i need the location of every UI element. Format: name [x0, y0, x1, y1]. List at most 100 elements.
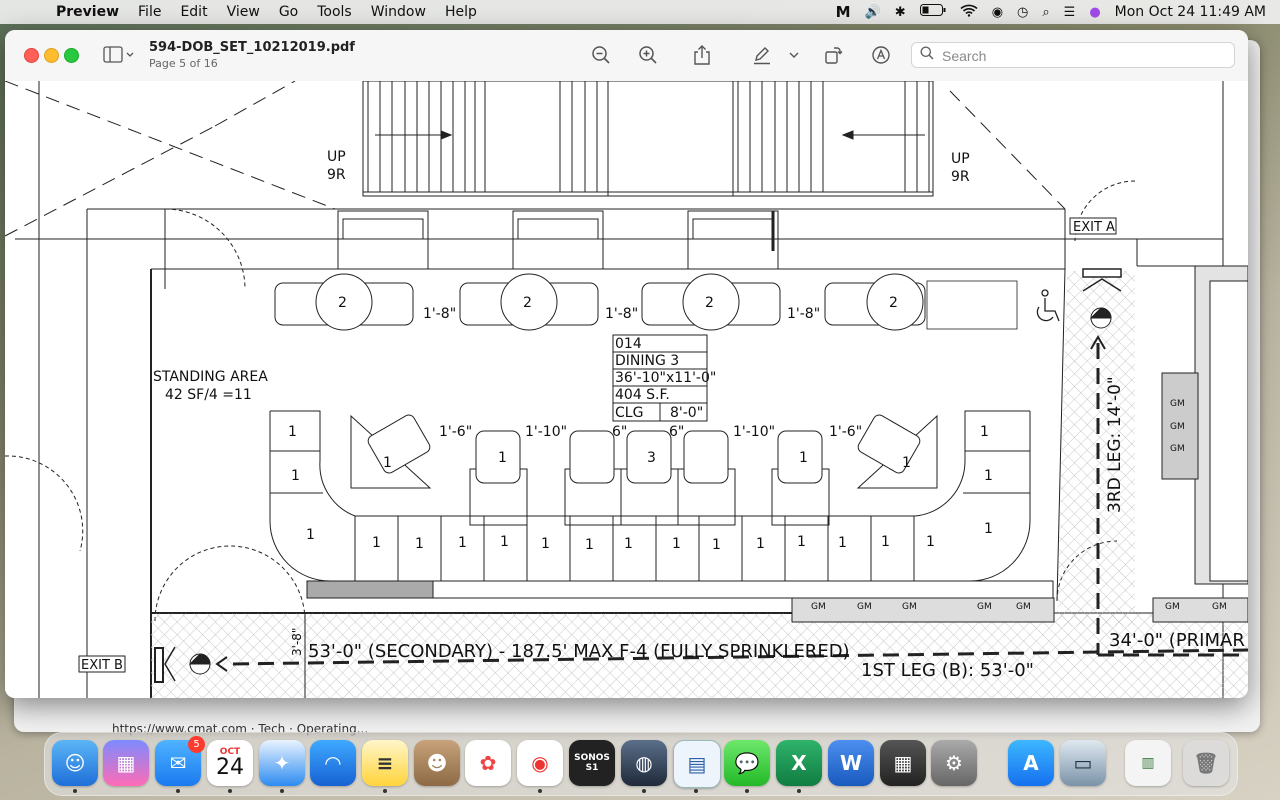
calendar-icon[interactable]: OCT 24	[207, 740, 253, 786]
volume-icon[interactable]: 🔊	[865, 5, 881, 20]
bluetooth-icon[interactable]: ✱	[895, 5, 906, 20]
seat-count: 1	[797, 534, 806, 550]
gm-unit: GM	[811, 602, 826, 612]
minimize-button[interactable]	[44, 48, 59, 63]
clearance-dim: 1'-8"	[423, 306, 456, 322]
rotate-button[interactable]	[822, 44, 844, 66]
notes-icon[interactable]: ≡	[362, 740, 408, 786]
mail-icon[interactable]: ✉ 5	[155, 736, 205, 786]
menu-file[interactable]: File	[138, 4, 161, 20]
battery-icon[interactable]	[919, 4, 946, 20]
ceiling-height: 8'-0"	[670, 405, 703, 421]
close-button[interactable]	[24, 48, 39, 63]
share-button[interactable]	[691, 44, 713, 66]
preview-icon[interactable]: ▤	[673, 740, 721, 788]
clearance-dim: 1'-8"	[787, 306, 820, 322]
secondary-egress-label: 53'-0" (SECONDARY) - 187.5' MAX F-4 (FUL…	[308, 641, 850, 662]
seat-count: 1	[498, 450, 507, 466]
photos-icon[interactable]: ✿	[465, 740, 511, 786]
excel-icon[interactable]: X	[776, 740, 822, 786]
search-field[interactable]	[911, 42, 1235, 68]
gm-unit: GM	[1170, 422, 1185, 432]
menu-app-name[interactable]: Preview	[56, 4, 119, 20]
clearance-dim: 6"	[612, 424, 627, 440]
seat-count: 1	[838, 535, 847, 551]
gm-unit: GM	[1170, 399, 1185, 409]
pdf-page-canvas[interactable]: UP 9R UP 9R EXIT A EXIT B STANDING AREA …	[5, 80, 1248, 698]
document-title[interactable]: 594-DOB_SET_10212019.pdf	[149, 40, 355, 55]
markup-menu-button[interactable]	[787, 44, 801, 66]
floor-plan-drawing: UP 9R UP 9R EXIT A EXIT B STANDING AREA …	[5, 80, 1248, 698]
control-center-icon[interactable]: ☰	[1064, 5, 1076, 20]
gm-unit: GM	[977, 602, 992, 612]
menu-window[interactable]: Window	[371, 4, 426, 20]
room-dimensions: 36'-10"x11'-0"	[615, 370, 716, 386]
zoom-out-button[interactable]	[590, 44, 612, 66]
menu-clock[interactable]: Mon Oct 24 11:49 AM	[1115, 4, 1266, 20]
table-seat-count: 2	[523, 295, 532, 311]
preview-document-thumbnail[interactable]: ▭	[1060, 740, 1106, 786]
safari-icon[interactable]: ✦	[259, 740, 305, 786]
seat-count: 1	[984, 521, 993, 537]
menu-help[interactable]: Help	[445, 4, 477, 20]
seat-count: 1	[500, 534, 509, 550]
standing-area-calc: 42 SF/4 =11	[165, 387, 252, 403]
width-dim: 3'-8"	[290, 628, 304, 656]
menu-edit[interactable]: Edit	[180, 4, 207, 20]
seat-count: 1	[291, 468, 300, 484]
zoom-in-button[interactable]	[637, 44, 659, 66]
seat-count-three: 3	[647, 450, 656, 466]
exit-a-label: EXIT A	[1073, 220, 1115, 235]
search-input[interactable]	[940, 45, 1224, 67]
gm-unit: GM	[857, 602, 872, 612]
clearance-dim: 1'-6"	[439, 424, 472, 440]
siri-icon[interactable]: ●	[1089, 5, 1100, 20]
table-seat-count: 2	[889, 295, 898, 311]
rotate-icon	[825, 47, 843, 64]
seat-count: 1	[902, 455, 911, 471]
booth-dividers	[354, 516, 915, 581]
zoom-button[interactable]	[64, 48, 79, 63]
word-icon[interactable]: W	[828, 740, 874, 786]
menu-go[interactable]: Go	[279, 4, 298, 20]
calendar-day: 24	[216, 755, 244, 780]
time-machine-icon[interactable]: ◷	[1017, 5, 1028, 20]
seat-count: 1	[712, 537, 721, 553]
stair-up-label-right: UP	[951, 151, 970, 167]
user-icon[interactable]: ◉	[992, 5, 1003, 20]
chrome-icon[interactable]: ◉	[517, 740, 563, 786]
wifi-app-icon[interactable]: ◠	[310, 740, 356, 786]
markup-button[interactable]	[751, 44, 773, 66]
spotlight-icon[interactable]: ⌕	[1042, 5, 1049, 20]
table-seat-count: 2	[705, 295, 714, 311]
spreadsheet-thumbnail[interactable]: ▥	[1125, 740, 1171, 786]
preview-window: 594-DOB_SET_10212019.pdf Page 5 of 16 Se…	[5, 30, 1248, 698]
third-leg-label: 3RD LEG: 14'-0"	[1105, 376, 1125, 513]
messages-icon[interactable]: 💬	[724, 740, 770, 786]
seat-count: 1	[672, 536, 681, 552]
seat-count: 1	[881, 534, 890, 550]
screenflow-icon[interactable]: ◍	[621, 740, 667, 786]
wifi-icon[interactable]	[960, 4, 978, 21]
sidebar-toggle-button[interactable]	[103, 44, 137, 66]
stair-left	[367, 81, 598, 192]
share-icon	[694, 45, 710, 65]
sonos-icon[interactable]: SONOS S1	[569, 740, 615, 786]
menu-tools[interactable]: Tools	[317, 4, 352, 20]
contacts-icon[interactable]: ☻	[414, 740, 460, 786]
menu-view[interactable]: View	[227, 4, 260, 20]
table-seat-count: 2	[338, 295, 347, 311]
m-app-icon[interactable]: M	[836, 3, 851, 21]
calculator-icon[interactable]: ▦	[880, 740, 926, 786]
app-store-icon[interactable]: A	[1008, 740, 1054, 786]
system-preferences-icon[interactable]: ⚙	[931, 740, 977, 786]
exit-b-label: EXIT B	[81, 658, 123, 673]
document-page-indicator: Page 5 of 16	[149, 57, 218, 70]
gm-unit: GM	[902, 602, 917, 612]
annotate-button[interactable]	[870, 44, 892, 66]
zoom-in-icon	[639, 46, 657, 64]
trash-icon[interactable]: 🗑	[1183, 740, 1229, 786]
launchpad-icon[interactable]: ▦	[103, 740, 149, 786]
seat-count: 1	[288, 424, 297, 440]
finder-icon[interactable]: ☺	[52, 740, 98, 786]
